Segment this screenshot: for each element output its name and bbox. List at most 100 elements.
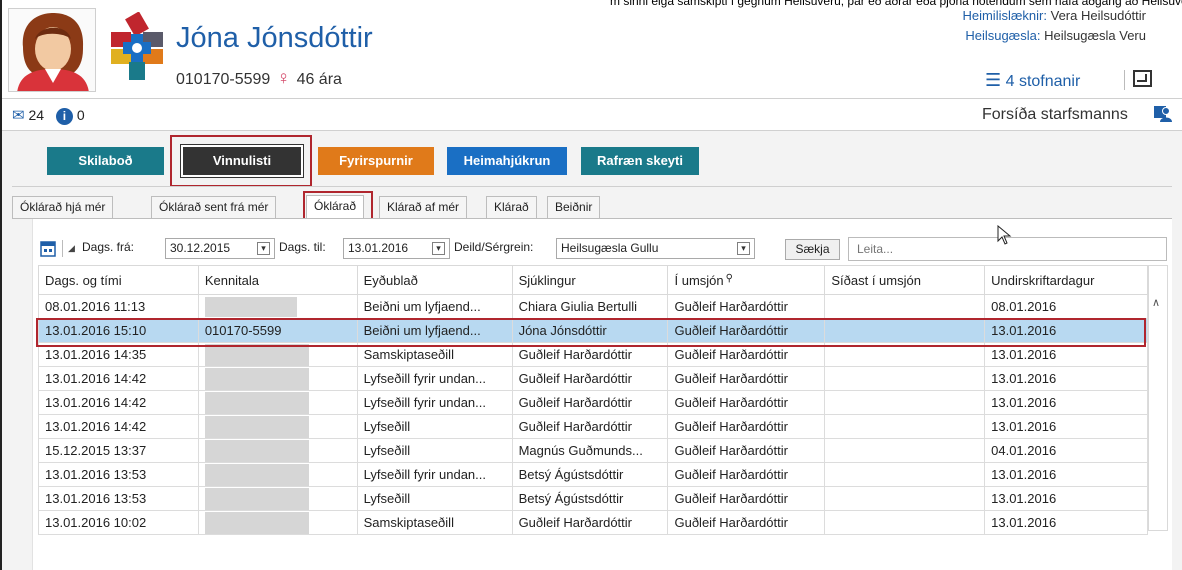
table-cell: Guðleif Harðardóttir (667, 294, 826, 319)
mail-icon[interactable]: ✉ (12, 107, 25, 124)
date-to-field[interactable]: 13.01.2016 ▾ (343, 238, 450, 259)
info-icon[interactable]: i (55, 108, 73, 125)
table-cell (824, 294, 986, 319)
table-cell: Lyfseðill fyrir undan... (356, 366, 513, 391)
date-to-label: Dags. til: (279, 240, 326, 254)
chevron-down-icon[interactable]: ▾ (257, 242, 270, 255)
table-cell: 08.01.2016 11:13 (38, 294, 199, 319)
staff-frontpage-link[interactable]: Forsíða starfsmanns (982, 106, 1128, 124)
fyrirspurnir-button[interactable]: Fyrirspurnir (318, 147, 434, 175)
table-cell: Lyfseðill (356, 438, 513, 463)
chevron-down-icon[interactable]: ▾ (432, 242, 445, 255)
table-cell: 13.01.2016 13:53 (38, 486, 199, 511)
redacted-block (204, 296, 297, 317)
date-from-value: 30.12.2015 (170, 241, 231, 255)
table-cell: Lyfseðill fyrir undan... (356, 462, 513, 487)
table-cell: 15.12.2015 13:37 (38, 438, 199, 463)
column-header-patient[interactable]: Sjúklingur (511, 265, 669, 295)
column-header-kennitala[interactable]: Kennitala (197, 265, 358, 295)
table-row[interactable]: 13.01.2016 13:53 Lyfseðill fyrir undan...… (38, 462, 1148, 487)
patient-name: Jóna Jónsdóttir (176, 22, 373, 54)
table-cell (197, 414, 358, 439)
table-cell: Guðleif Harðardóttir (511, 390, 669, 415)
mail-count[interactable]: 24 (28, 107, 44, 123)
redacted-block (204, 367, 309, 390)
calendar-icon[interactable] (40, 239, 56, 257)
doctor-name[interactable]: Vera Heilsudóttir (1051, 8, 1146, 23)
column-header-date[interactable]: Dags. og tími (38, 265, 199, 295)
tab-klarad-af-mer[interactable]: Klárað af mér (379, 196, 468, 218)
menu-lines-icon: ☰ (985, 70, 1002, 90)
skilabod-button[interactable]: Skilaboð (47, 147, 164, 175)
tab-klarad[interactable]: Klárað (486, 196, 537, 218)
date-from-field[interactable]: 30.12.2015 ▾ (165, 238, 275, 259)
redacted-block (204, 487, 309, 510)
work-list-table: Dags. og tími Kennitala Eyðublað Sjúklin… (38, 265, 1148, 535)
table-cell: 13.01.2016 (984, 414, 1148, 439)
health-record-logo-icon (103, 11, 171, 82)
patient-meta: 010170-5599 ♀ 46 ára (176, 68, 342, 90)
table-cell: Betsý Ágústsdóttir (511, 462, 669, 487)
rafraen-skeyti-button[interactable]: Rafræn skeyti (581, 147, 699, 175)
date-to-value: 13.01.2016 (348, 241, 409, 255)
table-row[interactable]: 15.12.2015 13:37 Lyfseðill Magnús Guðmunds… (38, 438, 1148, 463)
table-cell (197, 510, 358, 535)
department-select[interactable]: Heilsugæsla Gullu ▾ (556, 238, 755, 259)
separator (62, 240, 63, 257)
department-value: Heilsugæsla Gullu (561, 241, 659, 255)
table-cell: Guðleif Harðardóttir (667, 462, 826, 487)
column-header-in-charge-label: Í umsjón (674, 272, 724, 288)
clinic-name[interactable]: Heilsugæsla Veru (1044, 28, 1146, 43)
redacted-block (204, 511, 309, 534)
table-header-row: Dags. og tími Kennitala Eyðublað Sjúklin… (38, 265, 1148, 295)
table-row[interactable]: 13.01.2016 14:42 Lyfseðill fyrir undan...… (38, 366, 1148, 391)
table-cell (824, 510, 986, 535)
table-cell: 08.01.2016 (984, 294, 1148, 319)
redacted-block (204, 463, 309, 486)
table-cell: Guðleif Harðardóttir (667, 510, 826, 535)
separator (1124, 70, 1125, 90)
collapse-icon[interactable]: ◢ (68, 243, 75, 254)
tab-oklarad-hja-mer[interactable]: Óklárað hjá mér (12, 196, 114, 218)
filter-icon[interactable]: ⚲ (726, 273, 733, 284)
column-header-last-in-charge[interactable]: Síðast í umsjón (824, 265, 986, 295)
column-header-in-charge[interactable]: Í umsjón ⚲ (667, 265, 826, 295)
table-cell (824, 486, 986, 511)
tab-beidnir[interactable]: Beiðnir (547, 196, 601, 218)
doctor-label: Heimilislæknir: (962, 8, 1047, 23)
stofnanir-link[interactable]: ☰ 4 stofnanir (985, 70, 1080, 91)
highlight-vinnulisti (170, 135, 312, 187)
patient-kennitala: 010170-5599 (176, 71, 271, 88)
table-cell: 13.01.2016 (984, 390, 1148, 415)
column-header-form[interactable]: Eyðublað (356, 265, 513, 295)
tab-oklarad-sent-fra-mer[interactable]: Óklárað sent frá mér (151, 196, 277, 218)
column-header-signature-date[interactable]: Undirskriftardagur (984, 265, 1148, 295)
table-cell: Lyfseðill fyrir undan... (356, 390, 513, 415)
table-cell: 13.01.2016 14:42 (38, 366, 199, 391)
table-cell: Betsý Ágústsdóttir (511, 486, 669, 511)
table-cell: 13.01.2016 (984, 366, 1148, 391)
table-cell: 13.01.2016 (984, 486, 1148, 511)
table-row[interactable]: 08.01.2016 11:13 Beiðni um lyfjaend... Chi… (38, 294, 1148, 319)
info-count[interactable]: 0 (77, 107, 85, 123)
table-cell (824, 438, 986, 463)
table-row[interactable]: 13.01.2016 13:53 Lyfseðill Betsý Ágústsdót… (38, 486, 1148, 511)
table-cell (824, 366, 986, 391)
table-row[interactable]: 13.01.2016 10:02 Samskiptaseðill Guðleif H… (38, 510, 1148, 535)
table-cell: Guðleif Harðardóttir (511, 366, 669, 391)
table-cell: 13.01.2016 (984, 462, 1148, 487)
chevron-down-icon[interactable]: ▾ (737, 242, 750, 255)
notification-bar: ✉ 24 i 0 (12, 106, 85, 125)
fetch-button[interactable]: Sækja (785, 239, 840, 260)
staff-person-icon[interactable] (1154, 104, 1172, 122)
table-cell: Lyfseðill (356, 414, 513, 439)
table-row[interactable]: 13.01.2016 14:42 Lyfseðill Guðleif Harðard… (38, 414, 1148, 439)
buttons-divider (12, 186, 1172, 187)
clinic-info: Heilsugæsla: Heilsugæsla Veru (965, 28, 1146, 43)
heimahjukrun-button[interactable]: Heimahjúkrun (447, 147, 567, 175)
table-cell: Lyfseðill (356, 486, 513, 511)
window-icon[interactable] (1133, 70, 1152, 87)
table-row[interactable]: 13.01.2016 14:42 Lyfseðill fyrir undan...… (38, 390, 1148, 415)
table-cell: 04.01.2016 (984, 438, 1148, 463)
chevron-up-icon[interactable]: ∧ (1152, 296, 1160, 309)
